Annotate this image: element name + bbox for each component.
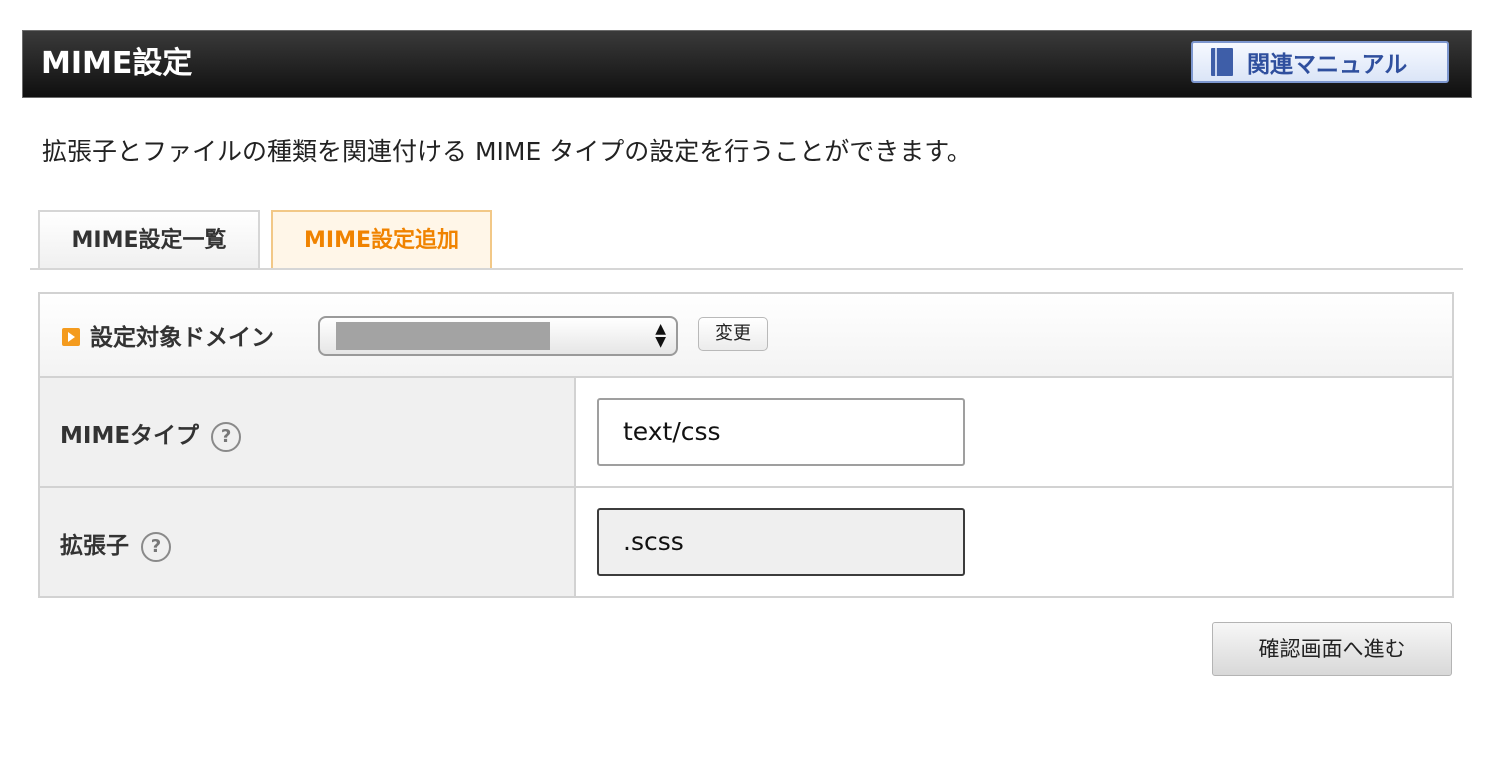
mime-type-row: MIMEタイプ? text/css: [40, 378, 1452, 488]
related-manual-button[interactable]: 関連マニュアル: [1191, 41, 1449, 83]
mime-type-label-wrap: MIMEタイプ?: [60, 416, 242, 452]
page-description: 拡張子とファイルの種類を関連付ける MIME タイプの設定を行うことができます。: [42, 137, 972, 166]
orange-arrow-icon: [62, 328, 80, 346]
mime-type-help-icon[interactable]: ?: [211, 421, 242, 452]
extension-label-wrap: 拡張子?: [60, 526, 171, 562]
tab-mime-add[interactable]: MIME設定追加: [271, 210, 492, 270]
masked-domain-value: [336, 322, 550, 350]
page-title: MIME設定: [41, 46, 193, 81]
mime-form-table: 設定対象ドメイン ▲ ▼ 変更 MIMEタイプ? text/css 拡張子? .s…: [38, 292, 1454, 598]
extension-header-cell: 拡張子?: [40, 488, 576, 596]
domain-row: 設定対象ドメイン ▲ ▼ 変更: [40, 294, 1452, 378]
extension-help-icon[interactable]: ?: [141, 531, 171, 562]
domain-label: 設定対象ドメイン: [90, 325, 274, 351]
extension-label: 拡張子: [60, 533, 129, 559]
mime-type-header-cell: MIMEタイプ?: [40, 378, 576, 486]
page-header: MIME設定 関連マニュアル: [22, 30, 1472, 98]
change-domain-button[interactable]: 変更: [698, 317, 768, 351]
book-icon: [1211, 48, 1233, 76]
domain-select[interactable]: ▲ ▼: [318, 316, 678, 356]
tabs-divider: [30, 268, 1463, 270]
mime-type-label: MIMEタイプ: [60, 423, 200, 449]
extension-input[interactable]: .scss: [597, 508, 965, 576]
up-down-arrows-icon: ▲ ▼: [655, 321, 666, 350]
tab-mime-list[interactable]: MIME設定一覧: [38, 210, 260, 270]
proceed-to-confirm-button[interactable]: 確認画面へ進む: [1212, 622, 1452, 676]
mime-type-input[interactable]: text/css: [597, 398, 965, 466]
extension-row: 拡張子? .scss: [40, 488, 1452, 596]
related-manual-label: 関連マニュアル: [1247, 52, 1408, 78]
